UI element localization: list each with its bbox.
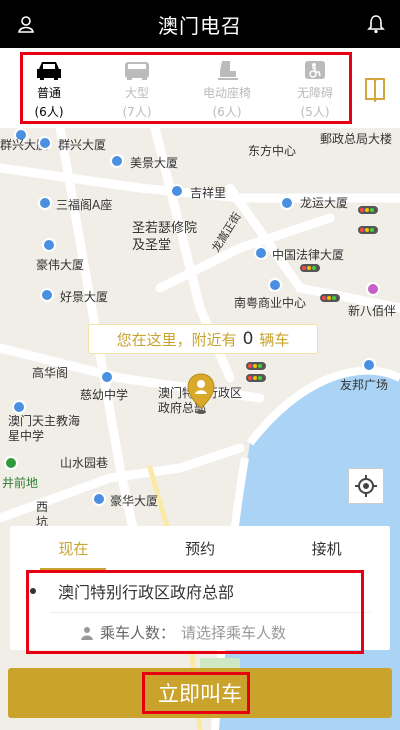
poi-label: 圣若瑟修院及圣堂 [132,221,198,253]
poi-label: 吉祥里 [190,186,227,200]
location-pin-icon [187,373,215,414]
poi-marker-icon [254,246,268,260]
street-label: 山水园巷 [60,456,109,470]
poi-label: 好景大厦 [60,290,109,304]
poi-label: 东方中心 [248,144,297,158]
poi-label: 美景大厦 [130,156,179,170]
poi-label: 友邦广场 [340,378,389,392]
traffic-light-icon [320,294,340,302]
poi-marker-icon [38,196,52,210]
highlight-box [142,672,250,714]
traffic-light-icon [246,374,266,382]
bell-icon[interactable] [366,14,386,34]
booking-tabs: 现在 预约 接机 [10,526,390,570]
poi-label: 豪伟大厦 [36,258,85,272]
traffic-light-icon [358,226,378,234]
nearby-suffix: 辆车 [259,330,290,349]
poi-marker-icon [110,154,124,168]
poi-marker-icon [40,288,54,302]
poi-label: 群兴大厦 [58,138,107,152]
locate-me-button[interactable] [348,468,384,504]
poi-label: 郵政总局大楼 [320,132,393,146]
app-header: 澳门电召 [0,0,400,48]
poi-marker-icon [280,196,294,210]
poi-label: 井前地 [2,476,39,490]
nearby-count: 0 [242,329,254,349]
poi-label: 中国法律大厦 [272,248,345,262]
user-icon[interactable] [16,14,36,34]
highlight-box [26,570,364,654]
poi-marker-icon [38,136,52,150]
poi-marker-icon [92,492,106,506]
traffic-light-icon [300,264,320,272]
poi-label: 高华阁 [32,366,69,380]
poi-marker-icon [12,400,26,414]
highlight-box [20,52,352,124]
poi-label: 三福阁A座 [56,198,113,212]
poi-label: 豪华大厦 [110,494,159,508]
poi-label: 南粤商业中心 [234,296,307,310]
poi-label: 新八佰伴 [348,304,397,318]
nearby-cars-tip: 您在这里，附近有 0 辆车 [88,324,318,354]
poi-marker-icon [170,184,184,198]
traffic-light-icon [358,206,378,214]
book-icon[interactable] [364,76,386,102]
poi-label: 慈幼中学 [80,388,129,402]
crosshair-icon [355,475,377,497]
nearby-prefix: 您在这里，附近有 [116,330,237,349]
traffic-light-icon [246,362,266,370]
page-title: 澳门电召 [158,13,242,38]
poi-label: 澳门天主教海星中学 [8,414,81,443]
poi-marker-icon [268,278,282,292]
poi-marker-icon [366,282,380,296]
tab-reserve[interactable]: 预约 [137,538,264,559]
poi-marker-icon [362,358,376,372]
poi-label: 龙运大厦 [300,196,349,210]
tab-now[interactable]: 现在 [10,538,137,559]
poi-marker-icon [42,238,56,252]
tab-airport[interactable]: 接机 [263,538,390,559]
poi-marker-icon [100,370,114,384]
poi-marker-icon [4,456,18,470]
